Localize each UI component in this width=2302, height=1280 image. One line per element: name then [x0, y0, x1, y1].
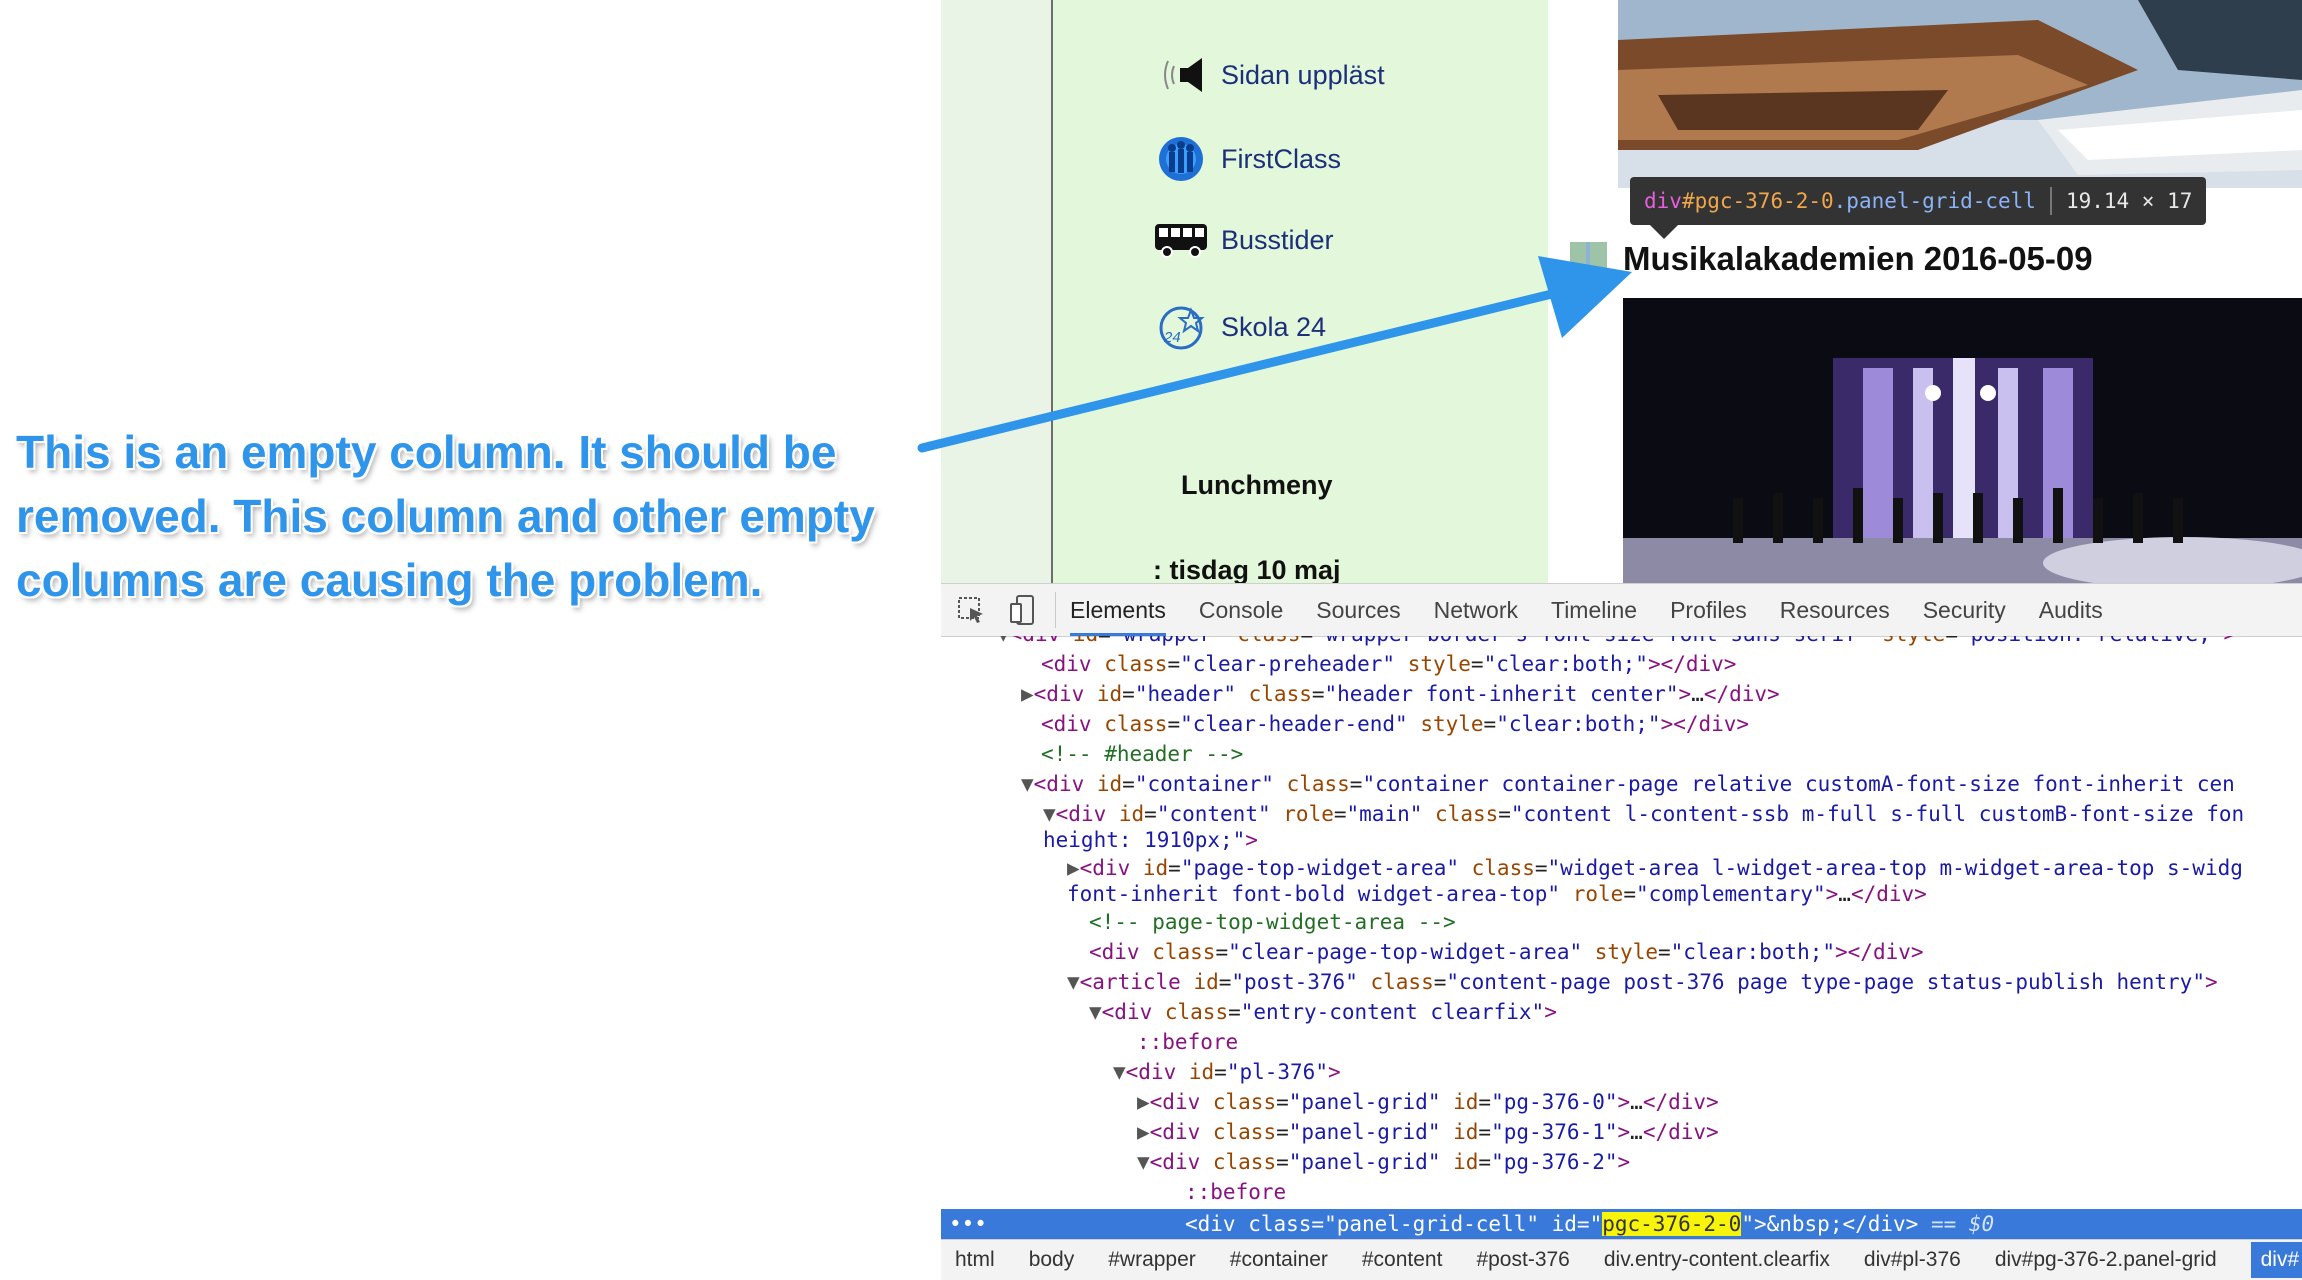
- devtools-panel: Elements Console Sources Network Timelin…: [941, 583, 2302, 1280]
- skola24-icon: 24: [1153, 302, 1209, 352]
- tab-sources[interactable]: Sources: [1316, 584, 1400, 636]
- sidebar-link-label: FirstClass: [1221, 143, 1341, 174]
- breadcrumb-wrapper[interactable]: #wrapper: [1108, 1248, 1196, 1272]
- annotation-text: This is an empty column. It should be re…: [16, 420, 916, 612]
- selected-code-pre: <div class="panel-grid-cell" id=": [1185, 1212, 1603, 1236]
- selected-code-post: ">&nbsp;</div>: [1741, 1212, 1919, 1236]
- dom-line[interactable]: ▼<article id="post-376" class="content-p…: [1067, 968, 2218, 997]
- breadcrumb-post[interactable]: #post-376: [1476, 1248, 1569, 1272]
- dom-line[interactable]: height: 1910px;">: [1043, 826, 1258, 855]
- dom-line[interactable]: ▶<div id="page-top-widget-area" class="w…: [1067, 854, 2243, 883]
- breadcrumb-html[interactable]: html: [955, 1248, 995, 1272]
- sidebar-strip: [941, 0, 1053, 583]
- tooltip-id: #pgc-376-2-0: [1681, 189, 1834, 213]
- tooltip-size: 19.14 × 17: [2065, 189, 2193, 213]
- dom-line[interactable]: ::before: [1137, 1028, 1238, 1057]
- tab-audits[interactable]: Audits: [2039, 584, 2103, 636]
- sidebar-link-upplast[interactable]: Sidan uppläst: [1153, 50, 1385, 100]
- sidebar-link-label: Sidan uppläst: [1221, 59, 1385, 90]
- sidebar: Sidan uppläst FirstClass Busstider 24 Sk…: [1053, 0, 1550, 583]
- main-content: Musikalakademien 2016-05-09: [1548, 0, 2302, 583]
- annotation-line-2: removed. This column and other empty: [16, 490, 875, 542]
- dom-breadcrumbs: html body #wrapper #container #content #…: [941, 1239, 2302, 1280]
- tab-network[interactable]: Network: [1434, 584, 1518, 636]
- breadcrumb-pl[interactable]: div#pl-376: [1864, 1248, 1961, 1272]
- sidebar-link-label: Busstider: [1221, 224, 1334, 255]
- dom-line[interactable]: ▶<div class="panel-grid" id="pg-376-0">……: [1137, 1088, 1719, 1117]
- annotation-line-1: This is an empty column. It should be: [16, 426, 837, 478]
- annotation-line-3: columns are causing the problem.: [16, 554, 763, 606]
- breadcrumb-body[interactable]: body: [1029, 1248, 1075, 1272]
- breadcrumb-panel-grid[interactable]: div#pg-376-2.panel-grid: [1995, 1248, 2217, 1272]
- dom-line[interactable]: <!-- #header -->: [1041, 740, 1243, 769]
- svg-text:24: 24: [1163, 329, 1181, 346]
- breadcrumb-entry-content[interactable]: div.entry-content.clearfix: [1604, 1248, 1830, 1272]
- tab-profiles[interactable]: Profiles: [1670, 584, 1747, 636]
- tooltip-tag: div: [1644, 189, 1682, 213]
- inspect-element-icon[interactable]: [949, 588, 993, 632]
- breadcrumb-selected[interactable]: div#: [2250, 1242, 2302, 1278]
- dom-line[interactable]: ▼<div class="entry-content clearfix">: [1089, 998, 1557, 1027]
- tab-resources[interactable]: Resources: [1780, 584, 1890, 636]
- devtools-toolbar: Elements Console Sources Network Timelin…: [941, 584, 2302, 637]
- dom-line[interactable]: ▶<div id="header" class="header font-inh…: [1021, 680, 1780, 709]
- dom-line[interactable]: ▼<div id="content" role="main" class="co…: [1043, 800, 2244, 829]
- sidebar-link-busstider[interactable]: Busstider: [1153, 215, 1334, 265]
- article-title: Musikalakademien 2016-05-09: [1623, 240, 2093, 277]
- selected-dom-line[interactable]: ••• <div class="panel-grid-cell" id="pgc…: [941, 1209, 2302, 1239]
- element-inspector-tooltip: div #pgc-376-2-0 .panel-grid-cell 19.14 × …: [1630, 177, 2207, 239]
- empty-panel-grid-cell[interactable]: [1570, 242, 1607, 276]
- stage-performance-photo: [1623, 298, 2302, 583]
- sidebar-link-skola24[interactable]: 24 Skola 24: [1153, 302, 1326, 352]
- dom-line[interactable]: ▶<div class="panel-grid" id="pg-376-1">……: [1137, 1118, 1719, 1147]
- tooltip-class: .panel-grid-cell: [1833, 189, 2036, 213]
- selected-code-tail: == $0: [1918, 1212, 1995, 1236]
- sidebar-link-firstclass[interactable]: FirstClass: [1153, 134, 1341, 184]
- tab-security[interactable]: Security: [1923, 584, 2006, 636]
- tab-console[interactable]: Console: [1199, 584, 1283, 636]
- tab-timeline[interactable]: Timeline: [1551, 584, 1637, 636]
- dom-line[interactable]: ▼<div class="panel-grid" id="pg-376-2">: [1137, 1148, 1630, 1177]
- selected-code-highlight: pgc-376-2-0: [1602, 1212, 1742, 1236]
- dom-line[interactable]: ▼<div id="container" class="container co…: [1021, 770, 2235, 799]
- device-mode-icon[interactable]: [1001, 588, 1045, 632]
- dom-line[interactable]: <div class="clear-header-end" style="cle…: [1041, 710, 1749, 739]
- dom-line[interactable]: <div class="clear-preheader" style="clea…: [1041, 650, 1736, 679]
- dom-line[interactable]: ▼<div id="wrapper" class="wrapper border…: [997, 636, 2236, 649]
- breadcrumb-content[interactable]: #content: [1362, 1248, 1443, 1272]
- selected-line-code: <div class="panel-grid-cell" id="pgc-376…: [1185, 1209, 1994, 1239]
- bus-icon: [1153, 215, 1209, 265]
- dom-line[interactable]: font-inherit font-bold widget-area-top" …: [1067, 880, 1927, 909]
- breadcrumb-container[interactable]: #container: [1230, 1248, 1328, 1272]
- tab-elements[interactable]: Elements: [1070, 584, 1166, 636]
- web-page: Sidan uppläst FirstClass Busstider 24 Sk…: [941, 0, 2302, 583]
- dom-line[interactable]: <div class="clear-page-top-widget-area" …: [1089, 938, 1924, 967]
- tooltip-separator: [2049, 187, 2052, 215]
- dom-tree: ▼<div id="wrapper" class="wrapper border…: [941, 636, 2302, 1224]
- selected-line-dots[interactable]: •••: [949, 1209, 987, 1239]
- toolbar-divider: [1055, 592, 1056, 628]
- dom-line[interactable]: ::before: [1185, 1178, 1286, 1207]
- lunch-menu-title: Lunchmeny: [1181, 470, 1333, 500]
- firstclass-icon: [1153, 134, 1209, 184]
- dom-line[interactable]: <!-- page-top-widget-area -->: [1089, 908, 1456, 937]
- speaker-icon: [1153, 50, 1209, 100]
- dom-line[interactable]: ▼<div id="pl-376">: [1113, 1058, 1341, 1087]
- lunch-menu-day: : tisdag 10 maj: [1153, 555, 1341, 583]
- sidebar-link-label: Skola 24: [1221, 311, 1327, 342]
- boats-photo: [1618, 0, 2302, 188]
